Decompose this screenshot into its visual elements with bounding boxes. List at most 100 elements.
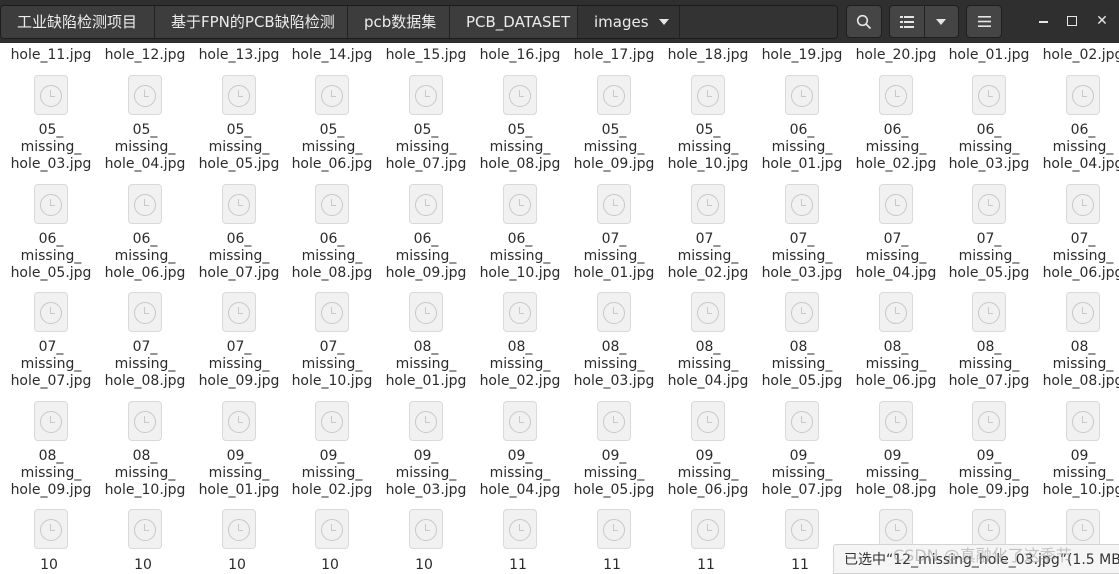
file-name-line: missing_ [114,356,176,372]
image-thumbnail-icon [128,509,162,549]
image-thumbnail-icon [222,75,256,115]
image-thumbnail-icon [879,401,913,441]
list-view-icon [899,15,914,28]
image-thumbnail-icon [409,292,443,332]
file-name-line: missing_ [20,139,82,155]
file-name-line: hole_06.jpg [667,482,749,498]
file-name-line: missing_ [958,248,1020,264]
view-options-button[interactable] [923,6,959,37]
file-name-line: 09_ [601,448,627,464]
image-thumbnail-icon [128,401,162,441]
image-thumbnail-icon [972,292,1006,332]
image-thumbnail-icon [222,401,256,441]
file-name-line: missing_ [395,356,457,372]
clock-icon [603,194,625,216]
file-name-line: hole_03.jpg [573,373,655,389]
image-thumbnail-icon [972,184,1006,224]
image-thumbnail-icon [691,184,725,224]
clock-icon [885,519,907,541]
file-name-line: 06_ [226,231,252,247]
breadcrumb-item-label: images [594,13,649,31]
file-name-line: hole_02.jpg [1042,47,1119,63]
maximize-button[interactable] [1063,12,1081,30]
clock-icon [1072,302,1094,324]
file-name-line: hole_07.jpg [761,482,843,498]
image-thumbnail-icon [597,292,631,332]
image-thumbnail-icon [691,401,725,441]
clock-icon [603,411,625,433]
close-icon: ✕ [1096,13,1108,29]
clock-icon [509,519,531,541]
breadcrumb-item-images[interactable]: images [578,6,680,38]
file-name-line: 08_ [413,339,439,355]
breadcrumb-item-dataset[interactable]: pcb数据集 [348,6,450,38]
image-thumbnail-icon [1066,75,1100,115]
header-bar: 工业缺陷检测项目 基于FPN的PCB缺陷检测 pcb数据集 PCB_DATASE… [0,0,1119,43]
clock-icon [791,411,813,433]
file-name-line: hole_03.jpg [761,265,843,281]
image-thumbnail-icon [503,509,537,549]
image-thumbnail-icon [503,184,537,224]
file-name-line: 09_ [413,448,439,464]
clock-icon [978,519,1000,541]
list-view-button[interactable] [890,6,924,37]
image-thumbnail-icon [128,292,162,332]
file-name-line: 07_ [226,339,252,355]
file-name-line: 08_ [601,339,627,355]
image-thumbnail-icon [972,509,1006,549]
breadcrumb-item-project[interactable]: 工业缺陷检测项目 [1,6,155,38]
file-name-line: 05_ [601,122,627,138]
file-name-line: 06_ [413,231,439,247]
image-thumbnail-icon [1066,401,1100,441]
file-name-line: missing_ [208,248,270,264]
image-thumbnail-icon [785,509,819,549]
breadcrumb-item-fpn[interactable]: 基于FPN的PCB缺陷检测 [155,6,348,38]
clock-icon [603,302,625,324]
file-name-line: hole_19.jpg [761,47,843,63]
file-name-line: 05_ [226,122,252,138]
clock-icon [509,85,531,107]
file-name-line: hole_03.jpg [948,156,1030,172]
clock-icon [40,194,62,216]
image-thumbnail-icon [34,401,68,441]
close-button[interactable]: ✕ [1093,12,1111,30]
file-name-line: 09_ [319,448,345,464]
file-name-line: 06_ [1070,122,1096,138]
maximize-icon [1067,16,1077,26]
file-name-line: missing_ [114,465,176,481]
clock-icon [40,85,62,107]
menu-button[interactable] [966,5,1002,38]
clock-icon [791,85,813,107]
file-name-line: hole_20.jpg [855,47,937,63]
search-button[interactable] [846,5,882,38]
clock-icon [1072,411,1094,433]
clock-icon [978,302,1000,324]
file-name-line: hole_03.jpg [10,156,92,172]
chevron-down-icon [659,19,669,25]
file-name-line: hole_02.jpg [291,482,373,498]
minimize-button[interactable] [1034,12,1052,30]
image-thumbnail-icon [128,184,162,224]
clock-icon [228,411,250,433]
file-name-line: hole_07.jpg [385,156,467,172]
clock-icon [791,194,813,216]
image-thumbnail-icon [503,401,537,441]
file-name-line: 08_ [883,339,909,355]
clock-icon [885,194,907,216]
clock-icon [134,302,156,324]
file-name-line: missing_ [20,465,82,481]
file-name-line: 08_ [507,339,533,355]
breadcrumb-item-pcb-dataset[interactable]: PCB_DATASET [450,6,578,38]
file-name-line: hole_05.jpg [10,265,92,281]
file-name-line: missing_ [677,356,739,372]
file-name-line: hole_08.jpg [479,156,561,172]
clock-icon [415,411,437,433]
clock-icon [791,519,813,541]
breadcrumb-spacer [680,6,837,38]
clock-icon [509,411,531,433]
file-name-line: missing_ [677,248,739,264]
file-name-line: 07_ [38,339,64,355]
file-name-line: missing_ [20,356,82,372]
file-name-line: hole_10.jpg [479,265,561,281]
image-thumbnail-icon [222,509,256,549]
